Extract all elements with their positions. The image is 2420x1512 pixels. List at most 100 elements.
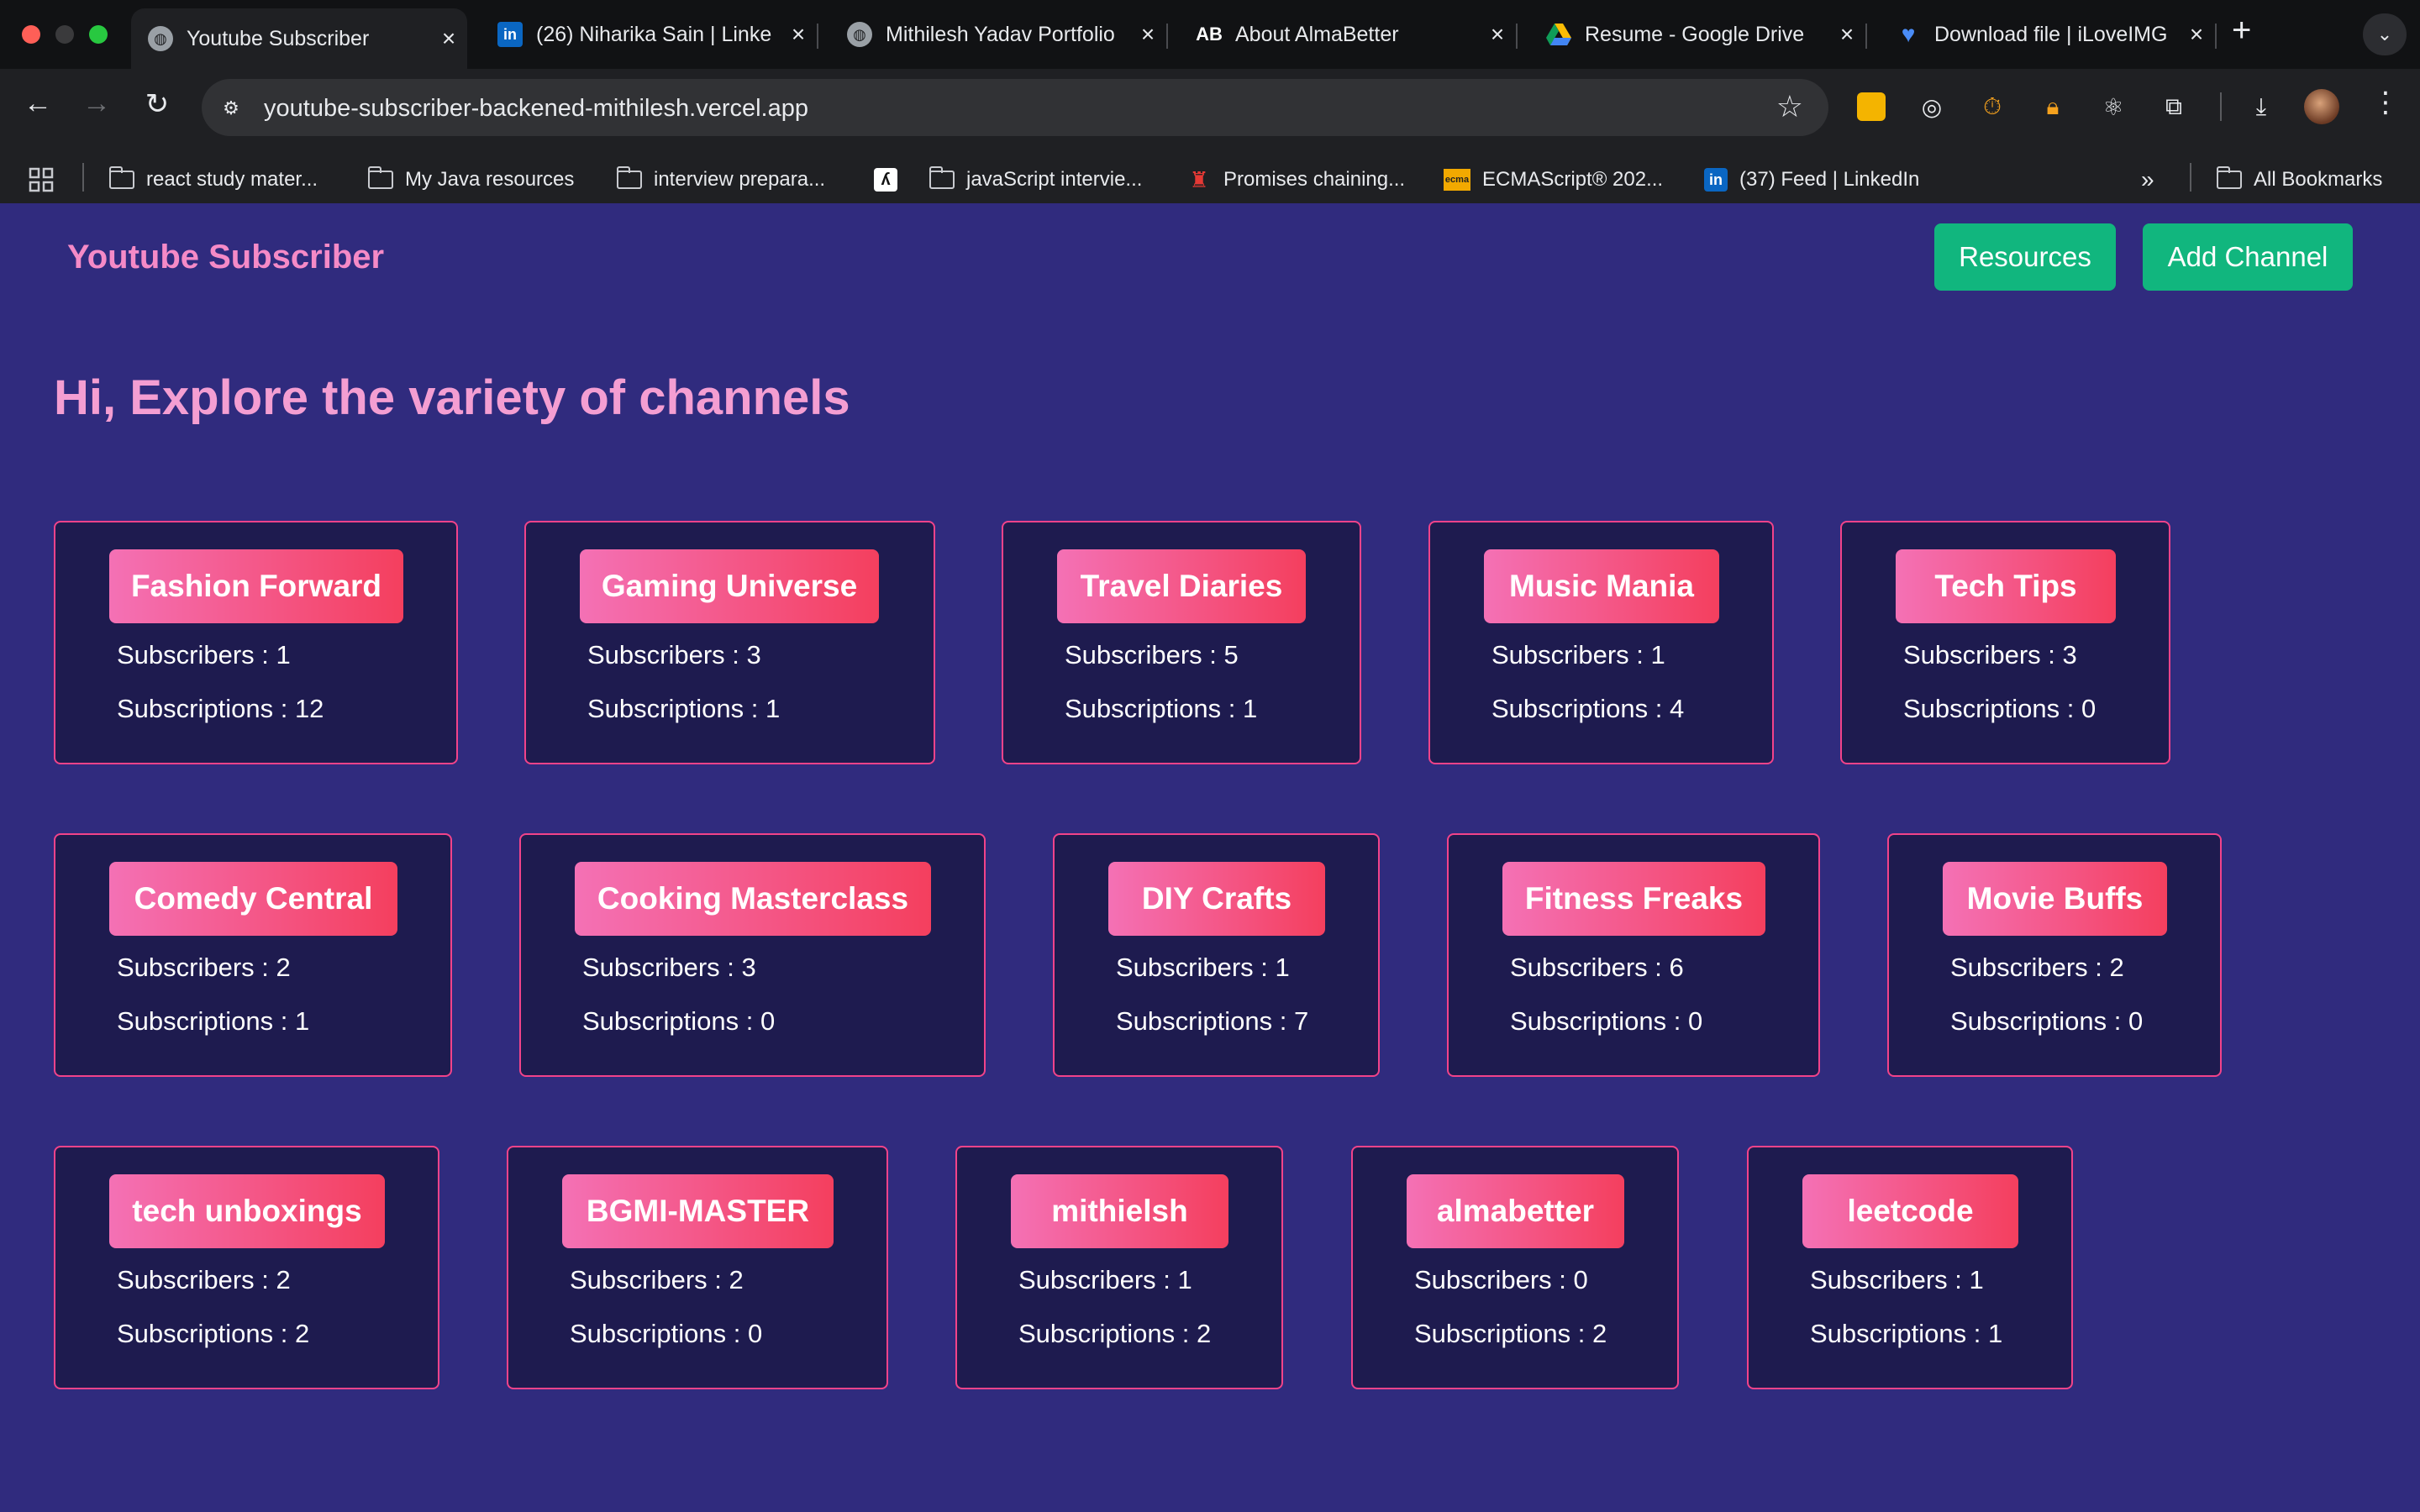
extension-target-icon[interactable]: ◎ bbox=[1916, 91, 1948, 123]
add-channel-button[interactable]: Add Channel bbox=[2143, 223, 2353, 291]
subscribers-count: Subscribers : 2 bbox=[1950, 953, 2124, 982]
channel-name-button[interactable]: leetcode bbox=[1802, 1174, 2018, 1248]
channel-name-button[interactable]: Travel Diaries bbox=[1057, 549, 1306, 623]
channel-name-button[interactable]: DIY Crafts bbox=[1108, 862, 1325, 936]
bookmark-logo-icon: ʎ bbox=[874, 168, 897, 192]
new-tab-button[interactable]: + bbox=[2232, 12, 2251, 50]
chevron-down-icon: ⌄ bbox=[2376, 24, 2393, 45]
apps-grid-icon[interactable] bbox=[29, 163, 54, 197]
channel-card[interactable]: Comedy Central Subscribers : 2 Subscript… bbox=[54, 833, 452, 1077]
bookmark-react-study[interactable]: react study mater... bbox=[108, 163, 318, 197]
extensions-puzzle-icon[interactable]: ⧉ bbox=[2158, 91, 2190, 123]
bookmark-promises-chaining[interactable]: ♜ Promises chaining... bbox=[1186, 163, 1405, 197]
subscriptions-count: Subscriptions : 0 bbox=[1510, 1006, 1703, 1036]
channel-name-button[interactable]: Fitness Freaks bbox=[1502, 862, 1765, 936]
channel-card[interactable]: leetcode Subscribers : 1 Subscriptions :… bbox=[1747, 1146, 2073, 1389]
folder-icon bbox=[367, 166, 393, 191]
channel-name-button[interactable]: Movie Buffs bbox=[1943, 862, 2167, 936]
close-tab-icon[interactable]: × bbox=[1828, 21, 1865, 48]
back-button[interactable]: ← bbox=[17, 87, 59, 120]
close-tab-icon[interactable]: × bbox=[2178, 21, 2215, 48]
folder-icon bbox=[2216, 166, 2242, 191]
close-window-button[interactable] bbox=[22, 25, 40, 44]
extension-react-icon[interactable]: ⚛ bbox=[2097, 91, 2129, 123]
extension-timer-icon[interactable]: ⏱ bbox=[1976, 91, 2008, 123]
channel-card[interactable]: BGMI-MASTER Subscribers : 2 Subscription… bbox=[507, 1146, 888, 1389]
tab-youtube-subscriber[interactable]: ◍ Youtube Subscriber × bbox=[131, 8, 467, 69]
close-tab-icon[interactable]: × bbox=[1479, 21, 1516, 48]
channel-card[interactable]: Music Mania Subscribers : 1 Subscription… bbox=[1428, 521, 1774, 764]
resources-button[interactable]: Resources bbox=[1934, 223, 2116, 291]
close-tab-icon[interactable]: × bbox=[430, 25, 467, 52]
bookmark-javascript-interview[interactable]: javaScript intervie... bbox=[929, 163, 1142, 197]
close-tab-icon[interactable]: × bbox=[1129, 21, 1166, 48]
channel-card[interactable]: mithielsh Subscribers : 1 Subscriptions … bbox=[955, 1146, 1283, 1389]
subscribers-count: Subscribers : 3 bbox=[587, 640, 761, 669]
subscriptions-count: Subscriptions : 0 bbox=[570, 1319, 763, 1348]
bookmark-ecmascript[interactable]: ecma ECMAScript® 202... bbox=[1444, 163, 1663, 197]
channel-name-button[interactable]: tech unboxings bbox=[109, 1174, 385, 1248]
more-bookmarks-button[interactable]: » bbox=[2141, 163, 2154, 197]
bookmark-java-resources[interactable]: My Java resources bbox=[367, 163, 574, 197]
brand-title[interactable]: Youtube Subscriber bbox=[67, 239, 384, 276]
app-navbar: Youtube Subscriber Resources Add Channel bbox=[0, 203, 2420, 312]
url-text[interactable]: youtube-subscriber-backened-mithilesh.ve… bbox=[264, 95, 808, 123]
tab-download-file-iloveimg[interactable]: ♥ Download file | iLoveIMG × bbox=[1879, 10, 2217, 59]
channel-card[interactable]: DIY Crafts Subscribers : 1 Subscriptions… bbox=[1053, 833, 1380, 1077]
channel-name-button[interactable]: Gaming Universe bbox=[580, 549, 879, 623]
minimize-window-button[interactable] bbox=[55, 25, 74, 44]
download-icon[interactable]: ⤓ bbox=[2245, 91, 2277, 123]
channel-card[interactable]: Cooking Masterclass Subscribers : 3 Subs… bbox=[519, 833, 986, 1077]
subscriptions-count: Subscriptions : 2 bbox=[117, 1319, 310, 1348]
subscribers-count: Subscribers : 2 bbox=[117, 953, 291, 982]
bookmark-interview-prep[interactable]: interview prepara... bbox=[616, 163, 825, 197]
forward-button[interactable]: → bbox=[76, 87, 118, 120]
channel-card[interactable]: Movie Buffs Subscribers : 2 Subscription… bbox=[1887, 833, 2222, 1077]
site-settings-icon[interactable]: ⚙ bbox=[217, 94, 245, 123]
tab-title: Youtube Subscriber bbox=[187, 26, 370, 50]
profile-avatar[interactable] bbox=[2304, 89, 2339, 124]
channel-card[interactable]: tech unboxings Subscribers : 2 Subscript… bbox=[54, 1146, 439, 1389]
bookmark-star-icon[interactable]: ☆ bbox=[1776, 89, 1803, 124]
extension-lock-icon[interactable]: 🔒︎ bbox=[2037, 91, 2069, 123]
channel-card[interactable]: Travel Diaries Subscribers : 5 Subscript… bbox=[1002, 521, 1361, 764]
channel-name-button[interactable]: BGMI-MASTER bbox=[562, 1174, 834, 1248]
linkedin-icon: in bbox=[497, 22, 523, 47]
subscribers-count: Subscribers : 3 bbox=[1903, 640, 2077, 669]
extension-note-icon[interactable] bbox=[1855, 91, 1887, 123]
subscribers-count: Subscribers : 2 bbox=[117, 1265, 291, 1294]
channel-name-button[interactable]: Cooking Masterclass bbox=[575, 862, 931, 936]
address-bar[interactable]: ⚙ youtube-subscriber-backened-mithilesh.… bbox=[202, 79, 1828, 136]
tab-linkedin-niharika[interactable]: in (26) Niharika Sain | Linke × bbox=[481, 10, 818, 59]
subscriptions-count: Subscriptions : 1 bbox=[117, 1006, 310, 1036]
channel-name-button[interactable]: Tech Tips bbox=[1896, 549, 2116, 623]
google-drive-icon bbox=[1546, 22, 1571, 47]
tab-title: Download file | iLoveIMG bbox=[1934, 22, 2168, 46]
maximize-window-button[interactable] bbox=[89, 25, 108, 44]
tab-about-almabetter[interactable]: AB About AlmaBetter × bbox=[1180, 10, 1518, 59]
browser-menu-icon[interactable]: ⋮ bbox=[2371, 86, 2400, 119]
channel-name-button[interactable]: Fashion Forward bbox=[109, 549, 403, 623]
channel-card[interactable]: Fashion Forward Subscribers : 1 Subscrip… bbox=[54, 521, 458, 764]
browser-chrome: ◍ Youtube Subscriber × in (26) Niharika … bbox=[0, 0, 2420, 203]
all-bookmarks[interactable]: All Bookmarks bbox=[2216, 163, 2382, 197]
close-tab-icon[interactable]: × bbox=[780, 21, 817, 48]
channel-name-button[interactable]: mithielsh bbox=[1011, 1174, 1228, 1248]
tab-mithilesh-portfolio[interactable]: ◍ Mithilesh Yadav Portfolio × bbox=[830, 10, 1168, 59]
subscriptions-count: Subscriptions : 7 bbox=[1116, 1006, 1309, 1036]
channel-card[interactable]: Gaming Universe Subscribers : 3 Subscrip… bbox=[524, 521, 935, 764]
reload-button[interactable]: ↻ bbox=[136, 87, 178, 121]
channel-name-button[interactable]: Music Mania bbox=[1484, 549, 1719, 623]
subscriptions-count: Subscriptions : 1 bbox=[587, 694, 781, 723]
channel-card[interactable]: Tech Tips Subscribers : 3 Subscriptions … bbox=[1840, 521, 2170, 764]
subscribers-count: Subscribers : 1 bbox=[1491, 640, 1665, 669]
bookmark-linkedin-feed[interactable]: in (37) Feed | LinkedIn bbox=[1704, 163, 1919, 197]
channel-name-button[interactable]: almabetter bbox=[1407, 1174, 1624, 1248]
subscribers-count: Subscribers : 1 bbox=[1018, 1265, 1192, 1294]
channel-card[interactable]: almabetter Subscribers : 0 Subscriptions… bbox=[1351, 1146, 1679, 1389]
tab-search-button[interactable]: ⌄ bbox=[2363, 13, 2407, 55]
channel-card[interactable]: Fitness Freaks Subscribers : 6 Subscript… bbox=[1447, 833, 1820, 1077]
channel-name-button[interactable]: Comedy Central bbox=[109, 862, 397, 936]
tab-resume-google-drive[interactable]: Resume - Google Drive × bbox=[1529, 10, 1867, 59]
bookmark-logo[interactable]: ʎ bbox=[874, 163, 909, 197]
